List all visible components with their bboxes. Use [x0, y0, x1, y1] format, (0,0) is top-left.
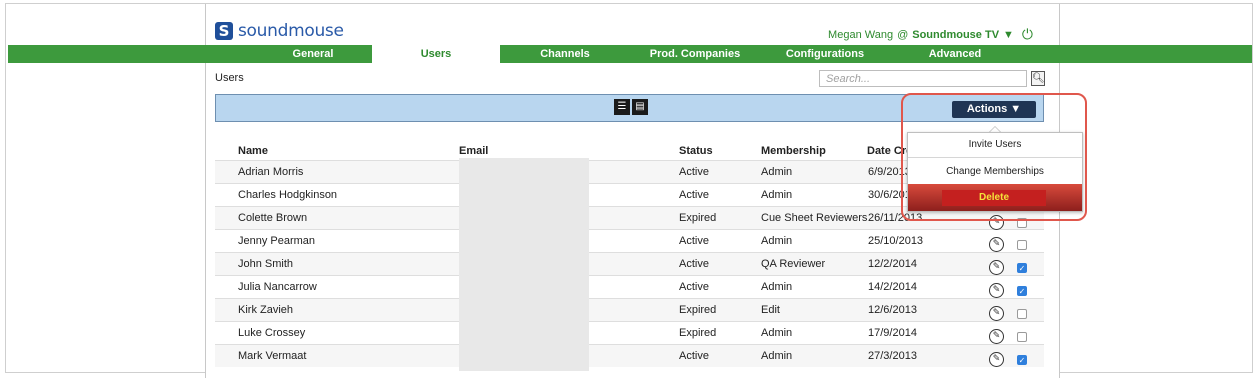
annotation-highlight: [901, 93, 1087, 221]
user-name-cell: Jenny Pearman: [238, 235, 316, 247]
status-cell: Expired: [679, 212, 717, 224]
edit-icon[interactable]: ✎: [989, 260, 1004, 275]
list-view-icon[interactable]: ☰: [614, 99, 630, 115]
date-created-cell: 14/2/2014: [868, 281, 917, 293]
membership-cell: Admin: [761, 350, 793, 362]
tab-prod-companies[interactable]: Prod. Companies: [632, 45, 758, 63]
date-created-cell: 25/10/2013: [868, 235, 924, 247]
status-cell: Active: [679, 166, 709, 178]
table-row[interactable]: Jenny Pearman Active Admin 25/10/2013: [215, 229, 1044, 252]
search-icon[interactable]: 🔍︎: [1031, 71, 1045, 86]
column-header-status[interactable]: Status: [679, 145, 713, 157]
table-row[interactable]: Luke Crossey Expired Admin 17/9/2014: [215, 321, 1044, 344]
status-cell: Active: [679, 258, 709, 270]
tab-channels[interactable]: Channels: [500, 45, 630, 63]
email-column-redacted: [459, 158, 589, 371]
status-cell: Active: [679, 281, 709, 293]
row-select-checkbox[interactable]: [1017, 240, 1027, 250]
at-sign: @: [897, 29, 909, 41]
logo-mark-icon: S: [215, 22, 233, 40]
column-header-membership[interactable]: Membership: [761, 145, 826, 157]
row-select-checkbox[interactable]: [1017, 332, 1027, 342]
status-cell: Active: [679, 189, 709, 201]
user-name-cell: Adrian Morris: [238, 166, 304, 178]
page-title: Users: [215, 72, 244, 84]
edit-icon[interactable]: ✎: [989, 306, 1004, 321]
table-row[interactable]: Mark Vermaat Active Admin 27/3/2013: [215, 344, 1044, 367]
table-row[interactable]: John Smith Active QA Reviewer 12/2/2014: [215, 252, 1044, 275]
date-created-cell: 12/6/2013: [868, 304, 917, 316]
membership-cell: Admin: [761, 235, 793, 247]
membership-cell: QA Reviewer: [761, 258, 826, 270]
table-row[interactable]: Julia Nancarrow Active Admin 14/2/2014: [215, 275, 1044, 298]
membership-cell: Edit: [761, 304, 780, 316]
user-name-cell: Kirk Zavieh: [238, 304, 294, 316]
search-input[interactable]: [820, 71, 1026, 86]
row-select-checkbox[interactable]: ✓: [1017, 355, 1027, 365]
membership-cell: Admin: [761, 281, 793, 293]
user-name-cell: John Smith: [238, 258, 294, 270]
soundmouse-logo[interactable]: S soundmouse: [215, 20, 344, 42]
column-header-name[interactable]: Name: [238, 145, 268, 157]
edit-icon[interactable]: ✎: [989, 283, 1004, 298]
tab-advanced[interactable]: Advanced: [890, 45, 1020, 63]
membership-cell: Admin: [761, 327, 793, 339]
tab-general[interactable]: General: [254, 45, 372, 63]
date-created-cell: 12/2/2014: [868, 258, 917, 270]
power-logout-icon[interactable]: ⏻: [1022, 27, 1033, 43]
membership-cell: Admin: [761, 189, 793, 201]
membership-cell: Cue Sheet Reviewers: [761, 212, 868, 224]
edit-icon[interactable]: ✎: [989, 352, 1004, 367]
edit-icon[interactable]: ✎: [989, 329, 1004, 344]
table-row[interactable]: Kirk Zavieh Expired Edit 12/6/2013: [215, 298, 1044, 321]
edit-icon[interactable]: ✎: [989, 237, 1004, 252]
tab-users[interactable]: Users: [372, 45, 500, 63]
detail-view-icon[interactable]: ▤: [632, 99, 648, 115]
row-select-checkbox[interactable]: ✓: [1017, 263, 1027, 273]
user-name-cell: Colette Brown: [238, 212, 308, 224]
membership-cell: Admin: [761, 166, 793, 178]
status-cell: Expired: [679, 327, 717, 339]
row-select-checkbox[interactable]: [1017, 309, 1027, 319]
user-name: Megan Wang: [828, 29, 894, 41]
chevron-down-icon: ▼: [1003, 29, 1014, 41]
tenant-name: Soundmouse TV: [912, 29, 1000, 41]
user-name-cell: Luke Crossey: [238, 327, 306, 339]
view-toggle: ☰ ▤: [614, 99, 648, 115]
main-nav-bar: [8, 45, 1252, 63]
user-account-menu[interactable]: Megan Wang @ Soundmouse TV ▼ ⏻: [828, 27, 1033, 43]
tab-configurations[interactable]: Configurations: [760, 45, 890, 63]
status-cell: Expired: [679, 304, 717, 316]
search-field[interactable]: [819, 70, 1027, 87]
user-name-cell: Julia Nancarrow: [238, 281, 317, 293]
status-cell: Active: [679, 235, 709, 247]
logo-text: soundmouse: [238, 21, 344, 41]
row-select-checkbox[interactable]: ✓: [1017, 286, 1027, 296]
column-header-email[interactable]: Email: [459, 145, 488, 157]
date-created-cell: 17/9/2014: [868, 327, 917, 339]
user-name-cell: Mark Vermaat: [238, 350, 307, 362]
user-name-cell: Charles Hodgkinson: [238, 189, 338, 201]
date-created-cell: 27/3/2013: [868, 350, 917, 362]
status-cell: Active: [679, 350, 709, 362]
